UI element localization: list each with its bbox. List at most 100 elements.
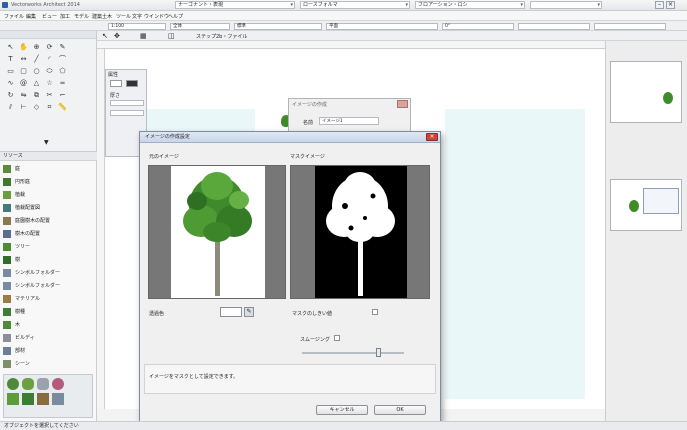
resource-item[interactable]: シーン [3,359,95,370]
minimize-button[interactable]: – [655,1,664,9]
triangle-tool-icon[interactable]: △ [32,79,41,88]
star-tool-icon[interactable]: ☆ [45,79,54,88]
tape-tool-icon[interactable]: 📏 [58,103,67,112]
menu-model[interactable]: モデル [74,13,89,20]
zoom-field[interactable]: 全体 [170,23,230,30]
eyedropper-button[interactable]: ✎ [244,307,254,317]
layer-combo[interactable]: ロースフォルマ ▾ [300,1,410,9]
smoothing-slider-thumb[interactable] [376,348,381,357]
rotation-field[interactable]: 0° [442,23,514,30]
thumb-bench-icon[interactable] [37,393,49,405]
grid-icon[interactable]: ▦ [140,32,147,40]
resource-item[interactable]: 円形庭 [3,177,95,188]
menu-help[interactable]: ヘルプ [168,13,183,20]
threshold-checkbox[interactable] [372,309,378,315]
resource-item[interactable]: 庭園樹木の配置 [3,216,95,227]
scale-field[interactable]: 1:100 [108,23,166,30]
split-tool-icon[interactable]: ⫽ [6,103,15,112]
mirror-tool-icon[interactable]: ⇋ [19,91,28,100]
view-combo[interactable]: フロアーション・ロシ ▾ [415,1,525,9]
pen-swatch[interactable] [126,80,138,87]
smoothing-slider-track[interactable] [302,352,404,354]
nav-thumbnail-2[interactable] [610,179,682,231]
line-style-field[interactable] [110,100,144,106]
fill-swatch[interactable] [110,80,122,87]
resource-item[interactable]: ツリー [3,242,95,253]
class-combo[interactable]: ナーゴナント・表現 ▾ [175,1,295,9]
reshape-tool-icon[interactable]: ◇ [32,103,41,112]
render-field[interactable]: 標準 [234,23,322,30]
resource-item[interactable]: 庭 [3,164,95,175]
spiral-tool-icon[interactable]: @ [19,79,28,88]
layer-icon[interactable]: ◫ [168,32,175,40]
menu-architecture[interactable]: 建築土木 [92,13,112,20]
rotate-tool-icon[interactable]: ↻ [6,91,15,100]
resource-item[interactable]: シンボルフォルダー [3,268,95,279]
menu-view[interactable]: ビュー [42,13,57,20]
trim-tool-icon[interactable]: ✂ [45,91,54,100]
thumb-hedge-icon[interactable] [22,393,34,405]
resource-item[interactable]: 木 [3,320,95,331]
menu-text[interactable]: 文字 [132,13,142,20]
dimension-tool-icon[interactable]: ↔ [19,55,28,64]
menu-window[interactable]: ウインドウ [144,13,169,20]
connect-tool-icon[interactable]: ⊢ [19,103,28,112]
thumb-flower-icon[interactable] [52,378,64,390]
close-window-button[interactable]: × [666,1,675,9]
menu-edit[interactable]: 編集 [26,13,36,20]
pointer-icon[interactable]: ↖ [102,32,108,40]
pan-icon[interactable]: ✥ [114,32,120,40]
create-image-close-button[interactable] [397,100,408,108]
select-tool-icon[interactable]: ↖ [6,43,15,52]
zoom-tool-icon[interactable]: ⊕ [32,43,41,52]
menu-modify[interactable]: 加工 [60,13,70,20]
rect-tool-icon[interactable]: ▭ [6,67,15,76]
mode-toolbar: ↖ ✥ ▦ ◫ ステップ2b・ファイル [0,31,687,41]
thumb-shrub-icon[interactable] [22,378,34,390]
unit-field[interactable] [594,23,666,30]
polyline-tool-icon[interactable]: ⌒ [58,55,67,64]
line-tool-icon[interactable]: ╱ [32,55,41,64]
circle-tool-icon[interactable]: ○ [32,67,41,76]
menu-file[interactable]: ファイル [4,13,24,20]
resource-item[interactable]: 樹種 [3,307,95,318]
palette-collapse-icon[interactable]: ▼ [44,139,49,146]
freehand-tool-icon[interactable]: ∿ [6,79,15,88]
flyover-tool-icon[interactable]: ⟳ [45,43,54,52]
resource-item[interactable]: 樹木の配置 [3,229,95,240]
fillet-tool-icon[interactable]: ⌐ [58,91,67,100]
menu-tools[interactable]: ツール [116,13,131,20]
resource-item[interactable]: 部材 [3,346,95,357]
double-line-tool-icon[interactable]: ═ [58,79,67,88]
resource-item[interactable]: シンボルフォルダー [3,281,95,292]
transparency-color-swatch[interactable] [220,307,242,317]
nav-thumbnail-1[interactable] [610,61,682,123]
view-field[interactable]: 平面 [326,23,438,30]
resource-item[interactable]: 植栽 [3,190,95,201]
dialog-close-button[interactable]: × [426,133,438,141]
smoothing-checkbox[interactable] [334,335,340,341]
oval-tool-icon[interactable]: ⬭ [45,67,54,76]
extra-combo[interactable]: ▾ [530,1,602,9]
arc-tool-icon[interactable]: ◜ [45,55,54,64]
resource-item[interactable]: ビルディ [3,333,95,344]
thumb-tree-icon[interactable] [7,378,19,390]
snap-field[interactable] [518,23,590,30]
resource-item[interactable]: 植栽配置図 [3,203,95,214]
eyedropper-tool-icon[interactable]: ✎ [58,43,67,52]
thumb-rock-icon[interactable] [37,378,49,390]
thumb-grass-icon[interactable] [7,393,19,405]
polygon-tool-icon[interactable]: ⬠ [58,67,67,76]
cancel-button[interactable]: キャンセル [316,405,368,415]
resource-item[interactable]: マテリアル [3,294,95,305]
round-rect-tool-icon[interactable]: ▢ [19,67,28,76]
resource-item[interactable]: 樹 [3,255,95,266]
pan-tool-icon[interactable]: ✋ [19,43,28,52]
ok-button[interactable]: OK [374,405,426,415]
clip-tool-icon[interactable]: ⌗ [45,103,54,112]
offset-tool-icon[interactable]: ⧉ [32,91,41,100]
text-tool-icon[interactable]: T [6,55,15,64]
arrow-style-field[interactable] [110,110,144,116]
thumb-light-icon[interactable] [52,393,64,405]
create-image-name-field[interactable]: イメージ1 [319,117,379,125]
